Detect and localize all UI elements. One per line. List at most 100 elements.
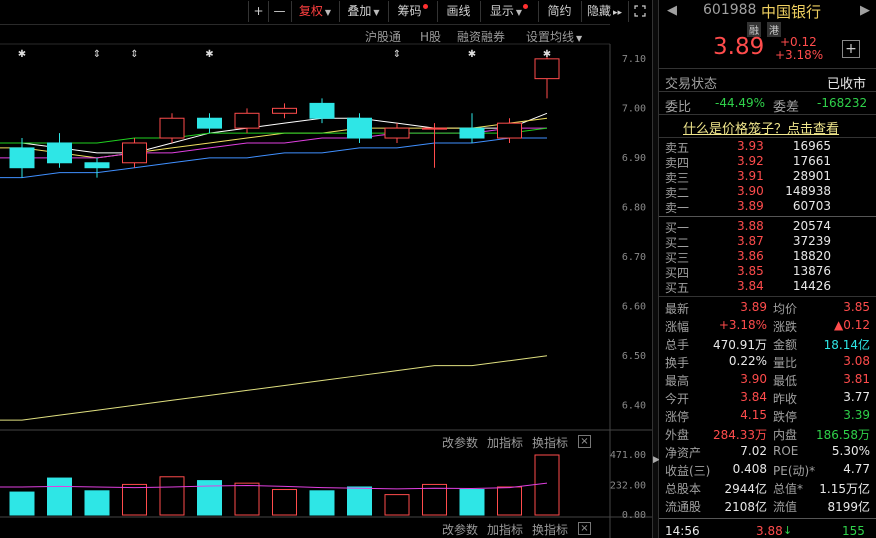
volume-tick-label: 0.00 <box>622 510 646 521</box>
expand-icon <box>633 5 646 17</box>
price-tick-label: 6.60 <box>622 301 646 312</box>
event-marker-icon: ⇕ <box>130 49 138 60</box>
price-tick-label: 7.00 <box>622 103 646 114</box>
double-arrow-icon: ▸▸ <box>612 8 623 18</box>
h-share-link[interactable]: H股 <box>420 28 441 45</box>
chevron-down-icon: ▼ <box>373 8 380 17</box>
stat-value: 3.84 <box>740 390 767 404</box>
chips-button[interactable]: 筹码 <box>388 1 436 22</box>
fullscreen-button[interactable] <box>628 1 650 22</box>
volume-bar <box>272 489 297 516</box>
volume-bar <box>347 486 372 516</box>
stat-value: 4.15 <box>740 408 767 422</box>
volume-switch-indicator-button[interactable]: 换指标 <box>532 434 568 451</box>
order-ratio-value: -44.49% <box>715 96 766 110</box>
bid-label: 买五 <box>665 281 690 295</box>
kline-chart-panel[interactable]: 7.10 7.00 6.90 6.80 6.70 6.60 6.50 6.40 471.00 23… <box>0 0 652 538</box>
tick-down-arrow-icon: ↓ <box>783 524 793 537</box>
overlay-button[interactable]: 叠加 ▼ <box>339 1 387 22</box>
bid-price: 3.86 <box>737 249 764 263</box>
stat-label: 最高 <box>665 374 690 388</box>
stat-label: 净资产 <box>665 446 702 460</box>
indicator-params-button[interactable]: 改参数 <box>442 521 478 538</box>
stat-value: 18.14亿 <box>823 338 870 352</box>
stat-value: 5.30% <box>831 444 870 458</box>
volume-params-button[interactable]: 改参数 <box>442 434 478 451</box>
ask-price: 3.91 <box>737 169 764 183</box>
bid-volume: 13876 <box>792 264 831 278</box>
bid-row[interactable]: 买三 3.86 18820 <box>659 249 876 265</box>
bid-price: 3.84 <box>737 279 764 293</box>
prev-stock-icon[interactable]: ◀ <box>667 3 677 18</box>
notification-dot-icon <box>523 4 529 9</box>
stat-value: 2108亿 <box>724 500 767 514</box>
ask-price: 3.93 <box>737 139 764 153</box>
simple-mode-button[interactable]: 简约 <box>538 1 580 22</box>
ask-row[interactable]: 卖二 3.90 148938 <box>659 184 876 200</box>
ask-price: 3.92 <box>737 154 764 168</box>
stock-code: 601988 <box>703 2 757 18</box>
ma-settings-button[interactable]: 设置均线 ▼ <box>526 28 582 45</box>
price-tick-label: 6.70 <box>622 252 646 263</box>
bid-row[interactable]: 买四 3.85 13876 <box>659 264 876 280</box>
volume-bar <box>84 490 110 516</box>
kline-chart[interactable]: 7.10 7.00 6.90 6.80 6.70 6.60 6.50 6.40 471.00 23… <box>0 0 652 538</box>
price-cage-link[interactable]: 什么是价格笼子？点击查看 <box>683 118 839 137</box>
price-change: +0.12 <box>780 35 817 49</box>
stat-value: 8199亿 <box>827 500 870 514</box>
volume-add-indicator-button[interactable]: 加指标 <box>487 434 523 451</box>
stat-label: 总股本 <box>665 482 702 496</box>
volume-bar <box>422 483 447 516</box>
event-marker-icon: ✱ <box>205 49 213 60</box>
ask-volume: 17661 <box>792 154 831 168</box>
stat-label: 金额 <box>773 338 798 352</box>
bid-row[interactable]: 买一 3.88 20574 <box>659 219 876 235</box>
bid-row[interactable]: 买五 3.84 14426 <box>659 279 876 295</box>
candle-body <box>422 127 447 130</box>
candle-body <box>47 142 72 164</box>
volume-bar <box>159 476 185 516</box>
volume-bar <box>234 482 260 516</box>
stat-value: ▲0.12 <box>834 318 870 332</box>
add-watchlist-icon[interactable]: + <box>842 40 860 58</box>
zoom-in-button[interactable]: + <box>248 1 268 22</box>
chart-toolbar: + — 复权 ▼ 叠加 ▼ 筹码 画线 显示 ▼ 简约 隐藏 ▸▸ <box>0 0 652 24</box>
stat-label: 流通股 <box>665 500 702 514</box>
volume-bar <box>9 491 35 516</box>
volume-close-icon[interactable]: × <box>578 435 591 448</box>
candle-body <box>122 142 147 164</box>
draw-line-button[interactable]: 画线 <box>437 1 479 22</box>
adjust-price-button[interactable]: 复权 ▼ <box>291 1 338 22</box>
hide-button[interactable]: 隐藏 ▸▸ <box>581 1 627 22</box>
indicator-switch-button[interactable]: 换指标 <box>532 521 568 538</box>
ask-row[interactable]: 卖四 3.92 17661 <box>659 154 876 170</box>
next-stock-icon[interactable]: ▶ <box>860 3 870 18</box>
tick-time: 14:56 <box>665 524 700 538</box>
stat-label: 最新 <box>665 302 690 316</box>
candle-body <box>272 107 297 114</box>
indicator-close-icon[interactable]: × <box>578 522 591 535</box>
panel-divider[interactable]: ▶ <box>652 0 660 538</box>
zoom-out-button[interactable]: — <box>268 1 290 22</box>
stat-label: 总值* <box>773 482 804 496</box>
collapse-arrow-icon[interactable]: ▶ <box>653 455 660 465</box>
stat-value: 7.02 <box>740 444 767 458</box>
volume-bar <box>459 489 485 516</box>
ask-row[interactable]: 卖三 3.91 28901 <box>659 169 876 185</box>
stat-label: 换手 <box>665 356 690 370</box>
stat-label: 量比 <box>773 356 798 370</box>
bid-row[interactable]: 买二 3.87 37239 <box>659 234 876 250</box>
ask-row[interactable]: 卖五 3.93 16965 <box>659 139 876 155</box>
hk-connect-link[interactable]: 沪股通 <box>365 28 401 45</box>
indicator-add-button[interactable]: 加指标 <box>487 521 523 538</box>
display-button[interactable]: 显示 ▼ <box>480 1 537 22</box>
candle-body <box>84 162 110 169</box>
stat-value: 186.58万 <box>816 428 870 442</box>
stat-label: 收益(三) <box>665 464 711 478</box>
margin-trading-link[interactable]: 融资融券 <box>457 28 505 45</box>
stat-value: +3.18% <box>718 318 767 332</box>
event-marker-icon: ✱ <box>468 49 476 60</box>
ask-row[interactable]: 卖一 3.89 60703 <box>659 199 876 215</box>
stat-value: 284.33万 <box>713 428 767 442</box>
volume-bar <box>497 486 522 516</box>
